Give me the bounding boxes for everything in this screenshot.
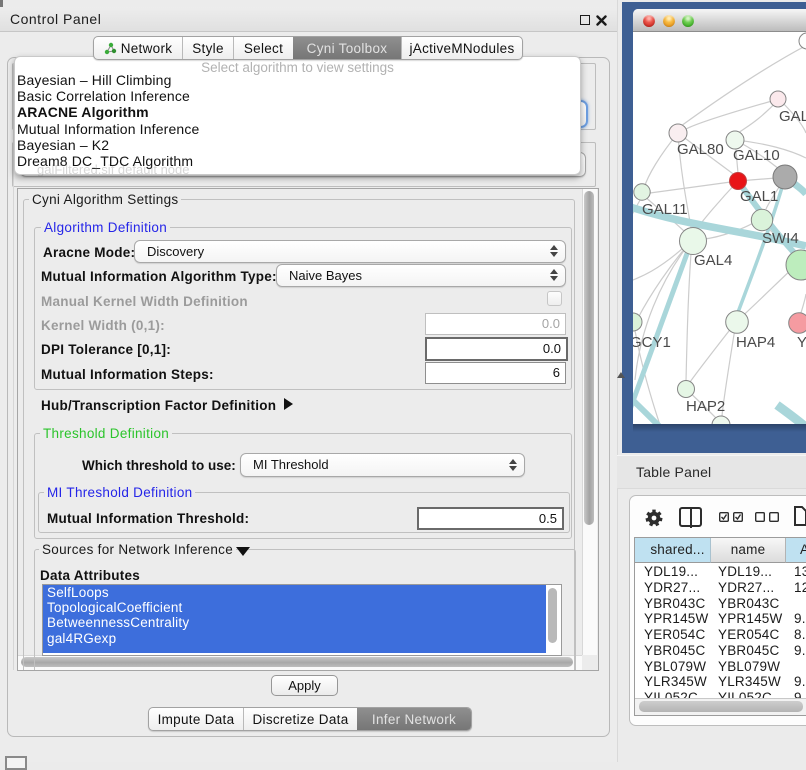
svg-text:SWI4: SWI4	[762, 230, 799, 247]
svg-text:GCY1: GCY1	[633, 334, 671, 351]
svg-text:GAL80: GAL80	[677, 141, 724, 158]
svg-text:GAL4: GAL4	[694, 252, 732, 269]
svg-text:GAL11: GAL11	[642, 201, 688, 218]
svg-text:GAL1: GAL1	[740, 188, 778, 205]
svg-text:GAL7: GAL7	[779, 108, 806, 125]
svg-text:GAL10: GAL10	[733, 147, 780, 164]
svg-text:HAP2: HAP2	[686, 398, 725, 415]
svg-text:YM: YM	[797, 334, 806, 351]
svg-text:HAP4: HAP4	[736, 334, 775, 351]
